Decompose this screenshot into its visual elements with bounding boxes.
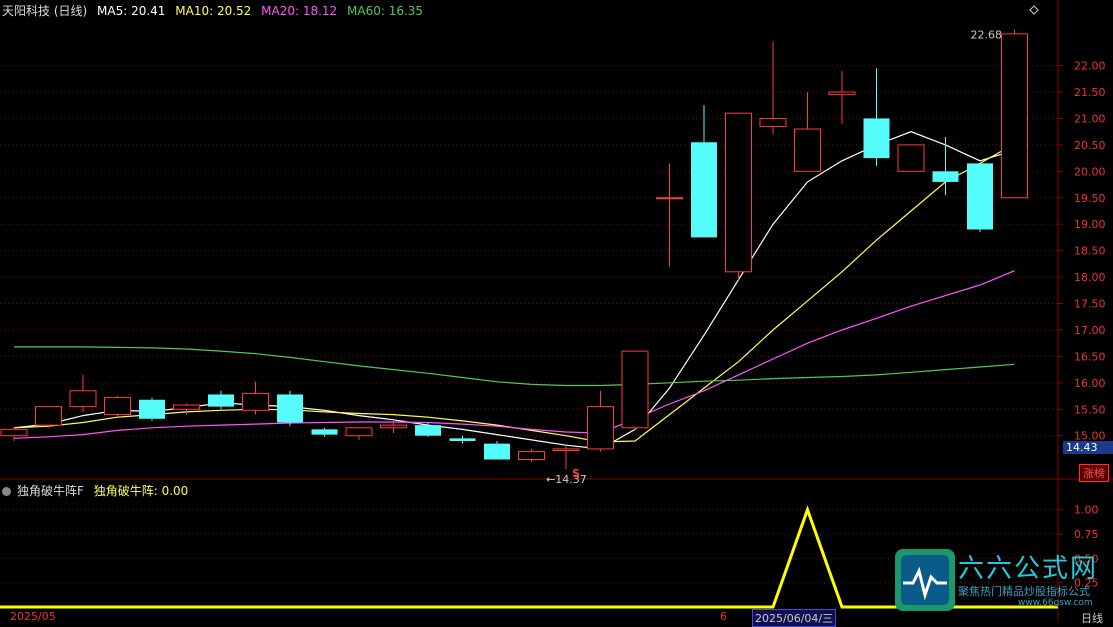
candle-body	[759, 117, 787, 127]
candle-body	[69, 390, 97, 408]
candle-body	[794, 128, 821, 172]
candle-body	[828, 91, 856, 96]
candle-body	[725, 112, 752, 273]
ma10-label: MA10: 20.52	[175, 4, 252, 18]
y-tick-label: 16.00	[1074, 377, 1106, 390]
watermark-name: 六六公式网	[958, 554, 1099, 584]
watermark-slogan: 聚焦热门精品炒股指标公式	[958, 585, 1090, 598]
y-tick-label: 22.00	[1074, 60, 1106, 73]
candle-body	[656, 197, 683, 200]
candle-body	[208, 394, 234, 407]
watermark-logo-icon	[895, 549, 955, 611]
axis-date-left: 2025/05	[10, 610, 56, 623]
candle-body	[691, 142, 717, 238]
candle-body	[0, 428, 28, 437]
ma5-label: MA5: 20.41	[97, 4, 166, 18]
watermark-url: www.66gsw.com	[1018, 598, 1093, 608]
y-tick-label: 16.50	[1074, 350, 1106, 363]
candle-body	[311, 429, 338, 435]
ma20-label: MA20: 18.12	[261, 4, 338, 18]
indicator-name[interactable]: 独角破牛阵F	[17, 484, 84, 498]
ma-line-ma60	[14, 346, 1015, 387]
y-tick-label: 17.50	[1074, 298, 1106, 311]
candle-body	[104, 397, 131, 416]
high-mark-label: 22.68	[971, 29, 1003, 42]
y-tick-label: 0.75	[1074, 528, 1099, 541]
y-tick-label: 20.50	[1074, 139, 1106, 152]
period-label[interactable]: 日线	[1081, 610, 1103, 626]
low-mark-label: ←14.37	[546, 473, 587, 486]
candle-body	[552, 448, 580, 452]
stock-chart[interactable]: 15.0015.5016.0016.5017.0017.5018.0018.50…	[0, 0, 1113, 621]
candle-body	[139, 399, 165, 419]
y-tick-label: 20.00	[1074, 165, 1106, 178]
candle-body	[449, 438, 476, 441]
axis-date-marker: 6	[720, 610, 727, 623]
y-tick-label: 18.50	[1074, 245, 1106, 258]
y-tick-label: 19.00	[1074, 218, 1106, 231]
candle-body	[345, 427, 373, 437]
diamond-icon	[1029, 5, 1039, 15]
candle-body	[484, 443, 510, 460]
candle-body	[587, 406, 614, 450]
indicator-header: 独角破牛阵F 独角破牛阵: 0.00	[2, 482, 194, 499]
y-tick-label: 21.00	[1074, 112, 1106, 125]
y-tick-label: 19.50	[1074, 192, 1106, 205]
candle-body	[897, 144, 925, 172]
rank-button[interactable]: 涨榜	[1079, 464, 1109, 482]
candle-body	[863, 118, 890, 159]
y-tick-label: 15.50	[1074, 403, 1106, 416]
candle-body	[1001, 33, 1028, 199]
candle-body	[415, 425, 441, 436]
axis-date-cursor: 2025/06/04/三	[752, 609, 837, 627]
candle-body	[380, 424, 407, 429]
signal-s-label: S	[572, 467, 580, 480]
candle-body	[242, 392, 269, 411]
indicator-value: 独角破牛阵: 0.00	[93, 484, 189, 498]
y-tick-label: 1.00	[1074, 504, 1099, 517]
y-tick-label: 21.50	[1074, 86, 1106, 99]
y-tick-label: 18.00	[1074, 271, 1106, 284]
candle-body	[173, 404, 200, 410]
candle-body	[967, 163, 993, 230]
candle-body	[932, 171, 959, 182]
indicator-menu-icon[interactable]	[2, 487, 11, 496]
candle-body	[35, 406, 62, 426]
y-tick-label: 17.00	[1074, 324, 1106, 337]
stock-title[interactable]: 天阳科技 (日线)	[2, 4, 87, 18]
last-price-tag: 14.43	[1063, 441, 1113, 454]
candle-body	[277, 394, 303, 423]
ma-line-ma10	[13, 143, 1015, 443]
chart-header: 天阳科技 (日线) MA5: 20.41 MA10: 20.52 MA20: 1…	[2, 2, 429, 19]
candle-body	[621, 350, 649, 429]
ma60-label: MA60: 16.35	[347, 4, 424, 18]
candle-body	[518, 451, 545, 460]
